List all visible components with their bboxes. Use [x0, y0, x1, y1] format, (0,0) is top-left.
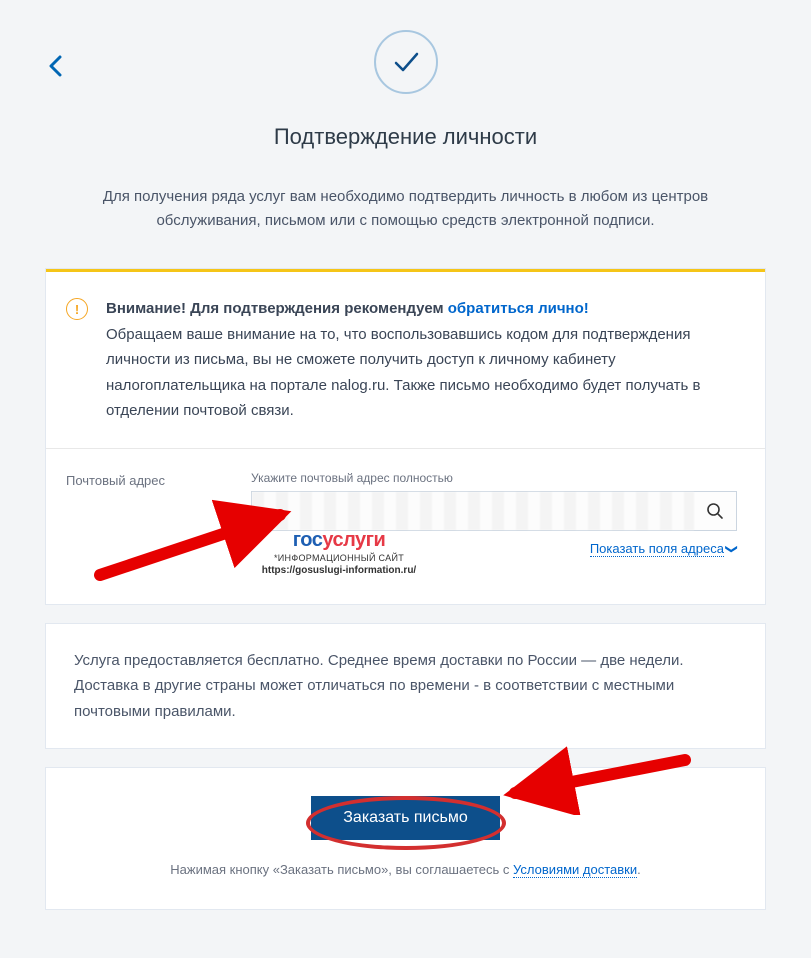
show-address-fields-link[interactable]: Показать поля адреса — [590, 541, 724, 557]
delivery-info: Услуга предоставляется бесплатно. Средне… — [45, 623, 766, 750]
terms-text: Нажимая кнопку «Заказать письмо», вы сог… — [74, 862, 737, 877]
warning-card: ! Внимание! Для подтверждения рекомендуе… — [45, 268, 766, 605]
submit-card: Заказать письмо Нажимая кнопку «Заказать… — [45, 767, 766, 910]
checkmark-icon — [374, 30, 438, 94]
address-label: Почтовый адрес — [66, 471, 251, 556]
watermark: госуслуги *ИНФОРМАЦИОННЫЙ САЙТ https://g… — [239, 529, 439, 576]
search-icon[interactable] — [694, 492, 736, 530]
page-subtitle: Для получения ряда услуг вам необходимо … — [86, 185, 726, 233]
contact-personal-link[interactable]: обратиться лично! — [448, 300, 589, 317]
page-title: Подтверждение личности — [45, 124, 766, 150]
warning-icon: ! — [66, 298, 88, 320]
address-hint: Укажите почтовый адрес полностью — [251, 471, 737, 485]
chevron-down-icon: ❯ — [725, 543, 739, 553]
address-input[interactable] — [251, 491, 737, 531]
order-letter-button[interactable]: Заказать письмо — [311, 796, 499, 840]
back-button[interactable] — [48, 55, 62, 84]
warning-text: Внимание! Для подтверждения рекомендуем … — [106, 296, 737, 424]
terms-link[interactable]: Условиями доставки — [513, 862, 637, 878]
